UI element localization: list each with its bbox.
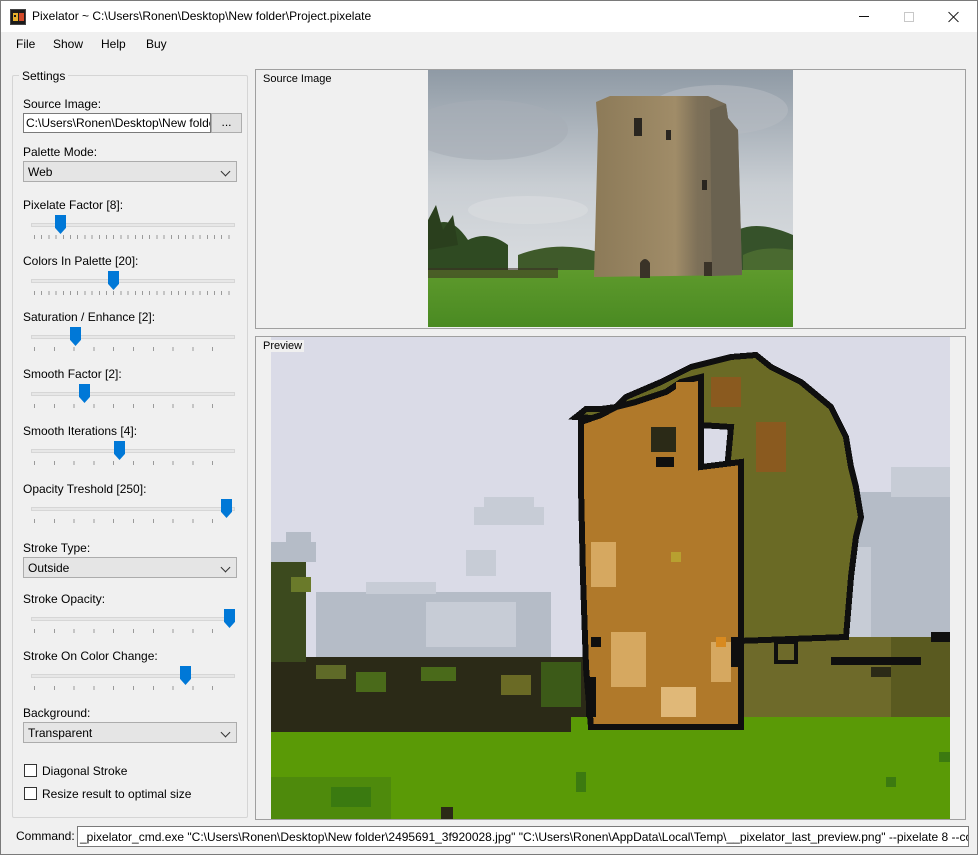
preview-panel: Preview — [255, 336, 966, 820]
smooth-iterations-slider[interactable] — [23, 441, 237, 467]
background-select[interactable]: Transparent — [23, 722, 237, 743]
maximize-icon — [904, 11, 914, 22]
colors-in-palette-thumb[interactable] — [108, 271, 119, 290]
browse-source-button[interactable]: ... — [211, 113, 242, 133]
diagonal-stroke-label[interactable]: Diagonal Stroke — [42, 764, 127, 778]
stroke-on-color-change-thumb[interactable] — [180, 666, 191, 685]
menu-help[interactable]: Help — [101, 37, 126, 51]
maximize-button[interactable] — [886, 1, 932, 32]
minimize-icon — [859, 16, 869, 17]
smooth-factor-slider[interactable] — [23, 384, 237, 410]
window-title: Pixelator ~ C:\Users\Ronen\Desktop\New f… — [32, 9, 372, 23]
title-bar[interactable]: Pixelator ~ C:\Users\Ronen\Desktop\New f… — [1, 1, 977, 32]
command-label: Command: — [16, 829, 75, 843]
stroke-type-value: Outside — [28, 561, 70, 575]
chevron-down-icon — [220, 562, 231, 573]
background-label: Background: — [23, 706, 91, 720]
stroke-opacity-slider[interactable] — [23, 609, 237, 635]
resize-result-checkbox[interactable] — [24, 787, 37, 800]
chevron-down-icon — [220, 727, 231, 738]
colors-in-palette-slider[interactable] — [23, 271, 237, 297]
opacity-threshold-label: Opacity Treshold [250]: — [23, 482, 147, 496]
smooth-iterations-thumb[interactable] — [114, 441, 125, 460]
pixelate-factor-label: Pixelate Factor [8]: — [23, 198, 124, 212]
preview-panel-title: Preview — [261, 340, 305, 352]
smooth-factor-label: Smooth Factor [2]: — [23, 367, 122, 381]
opacity-threshold-slider[interactable] — [23, 499, 237, 525]
app-window: Pixelator ~ C:\Users\Ronen\Desktop\New f… — [0, 0, 978, 855]
source-image-label: Source Image: — [23, 97, 102, 111]
minimize-button[interactable] — [841, 1, 887, 32]
stroke-on-color-change-slider[interactable] — [23, 666, 237, 692]
palette-mode-value: Web — [28, 165, 53, 179]
saturation-enhance-thumb[interactable] — [70, 327, 81, 346]
source-image-photo — [428, 70, 793, 327]
stroke-on-color-change-label: Stroke On Color Change: — [23, 649, 158, 663]
source-image-panel: Source Image — [255, 69, 966, 329]
settings-group-title: Settings — [19, 69, 69, 83]
stroke-opacity-thumb[interactable] — [224, 609, 235, 628]
diagonal-stroke-checkbox[interactable] — [24, 764, 37, 777]
pixelate-factor-thumb[interactable] — [55, 215, 66, 234]
menu-file[interactable]: File — [16, 37, 35, 51]
menu-show[interactable]: Show — [53, 37, 83, 51]
chevron-down-icon — [220, 166, 231, 177]
stroke-type-select[interactable]: Outside — [23, 557, 237, 578]
menu-buy[interactable]: Buy — [146, 37, 167, 51]
resize-result-label[interactable]: Resize result to optimal size — [42, 787, 191, 801]
menu-bar: File Show Help Buy — [1, 32, 977, 56]
source-image-panel-title: Source Image — [261, 73, 334, 85]
smooth-factor-thumb[interactable] — [79, 384, 90, 403]
pixelated-preview-image — [271, 337, 950, 819]
pixelator-app-icon — [10, 9, 26, 25]
pixelate-factor-slider[interactable] — [23, 215, 237, 241]
background-value: Transparent — [28, 726, 93, 740]
stroke-opacity-label: Stroke Opacity: — [23, 592, 106, 606]
command-line-input[interactable]: _pixelator_cmd.exe "C:\Users\Ronen\Deskt… — [77, 826, 969, 847]
colors-in-palette-label: Colors In Palette [20]: — [23, 254, 139, 268]
palette-mode-label: Palette Mode: — [23, 145, 98, 159]
palette-mode-select[interactable]: Web — [23, 161, 237, 182]
opacity-threshold-thumb[interactable] — [221, 499, 232, 518]
close-button[interactable] — [931, 1, 977, 32]
source-image-path-input[interactable]: C:\Users\Ronen\Desktop\New folder\ — [23, 113, 211, 133]
saturation-enhance-slider[interactable] — [23, 327, 237, 353]
stroke-type-label: Stroke Type: — [23, 541, 91, 555]
close-icon — [948, 11, 960, 23]
saturation-enhance-label: Saturation / Enhance [2]: — [23, 310, 156, 324]
smooth-iterations-label: Smooth Iterations [4]: — [23, 424, 138, 438]
